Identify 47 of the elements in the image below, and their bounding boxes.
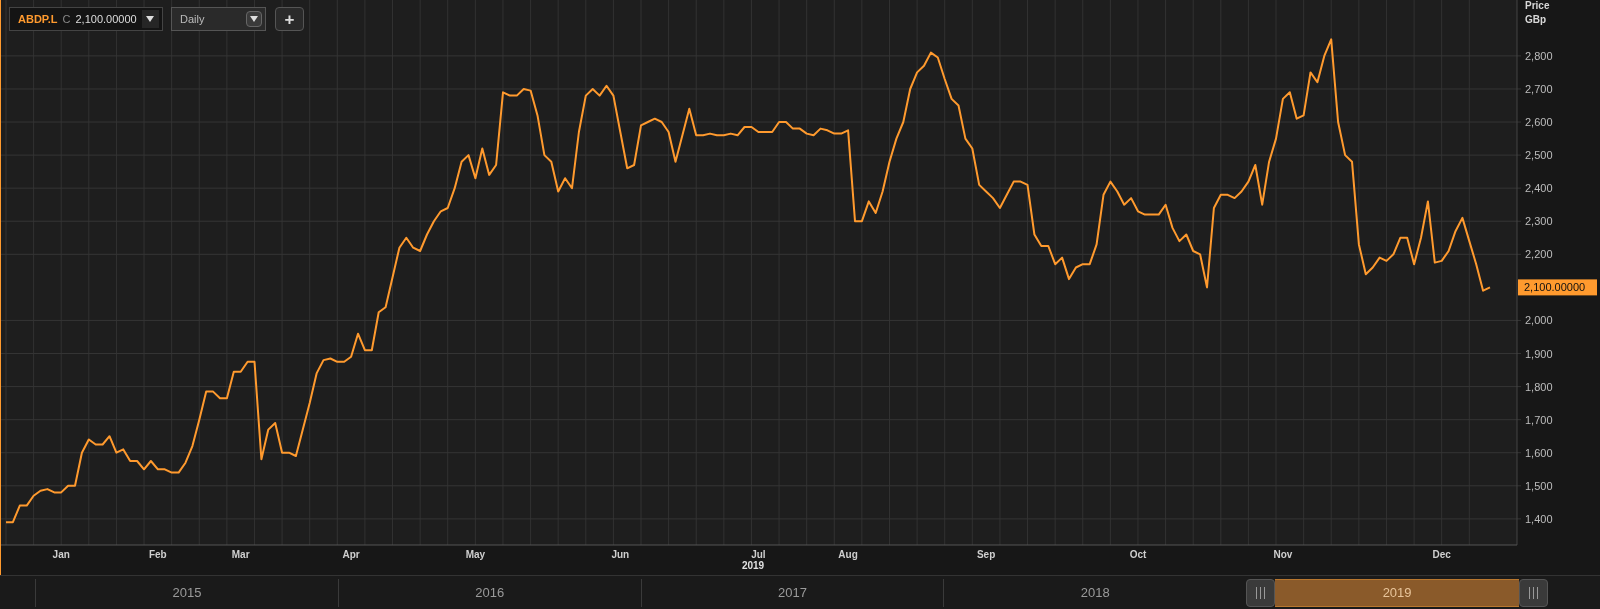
year-label: 2019 bbox=[741, 560, 765, 571]
month-label: May bbox=[465, 549, 486, 560]
axis-title: Price bbox=[1525, 0, 1550, 11]
month-label: Oct bbox=[1129, 549, 1147, 560]
range-handle[interactable] bbox=[1246, 578, 1276, 607]
month-label: Mar bbox=[231, 549, 250, 560]
month-label: Aug bbox=[838, 549, 858, 560]
selected-range[interactable]: 2019 bbox=[1275, 578, 1519, 607]
month-label: Sep bbox=[976, 549, 996, 560]
dropdown-button[interactable] bbox=[141, 10, 159, 28]
y-tick-label: 2,600 bbox=[1525, 116, 1553, 129]
price-text: 2,100.00000 bbox=[75, 11, 137, 27]
year-segment[interactable]: 2017 bbox=[640, 578, 944, 607]
last-price-label: 2,100.00000 bbox=[1518, 279, 1597, 296]
y-tick-label: 2,200 bbox=[1525, 248, 1553, 261]
interval-dropdown[interactable]: Daily bbox=[171, 7, 266, 31]
y-tick-label: 1,400 bbox=[1525, 512, 1553, 525]
y-tick-label: 1,800 bbox=[1525, 380, 1553, 393]
caret-icon bbox=[250, 16, 258, 22]
y-tick-label: 2,300 bbox=[1525, 215, 1553, 228]
symbol-text: ABDP.L bbox=[18, 11, 58, 27]
range-handle[interactable] bbox=[1519, 578, 1548, 607]
y-tick-label: 1,700 bbox=[1525, 413, 1553, 426]
month-label: Apr bbox=[342, 549, 360, 560]
y-tick-label: 1,600 bbox=[1525, 446, 1553, 459]
y-tick-label: 1,900 bbox=[1525, 347, 1553, 360]
caret-icon bbox=[146, 16, 155, 22]
month-label: Dec bbox=[1432, 549, 1451, 560]
year-segment[interactable]: 2015 bbox=[35, 578, 338, 607]
y-tick-label: 2,400 bbox=[1525, 182, 1553, 195]
y-tick-label: 2,000 bbox=[1525, 314, 1553, 327]
dropdown-button[interactable] bbox=[246, 11, 262, 27]
y-tick-label: 1,500 bbox=[1525, 479, 1553, 492]
month-label: Nov bbox=[1273, 549, 1293, 560]
year-segment[interactable]: 2016 bbox=[337, 578, 641, 607]
month-label: Jun bbox=[611, 549, 630, 560]
axis-unit: GBp bbox=[1525, 14, 1547, 25]
interval-text: Daily bbox=[180, 11, 205, 27]
y-tick-label: 2,500 bbox=[1525, 149, 1553, 162]
month-label: Jan bbox=[52, 549, 70, 560]
month-label: Jul bbox=[751, 549, 766, 560]
price-type: C bbox=[62, 11, 71, 27]
y-tick-label: 2,700 bbox=[1525, 82, 1553, 95]
add-button[interactable]: + bbox=[275, 7, 304, 31]
month-label: Feb bbox=[148, 549, 167, 560]
symbol-selector[interactable]: ABDP.L C 2,100.00000 bbox=[9, 7, 163, 31]
y-tick-label: 2,800 bbox=[1525, 49, 1553, 62]
